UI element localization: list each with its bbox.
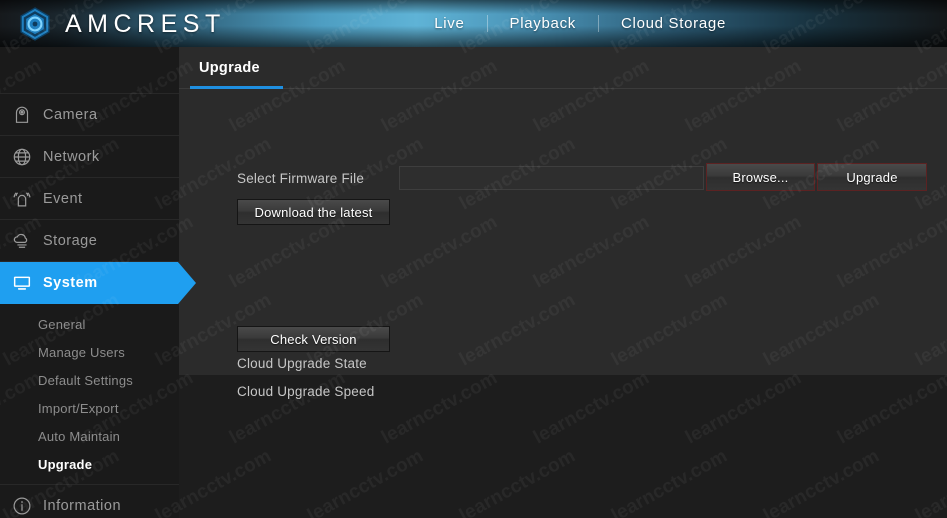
sidebar-item-event[interactable]: Event [0,178,179,220]
cloud-storage-icon [9,228,35,254]
browse-button[interactable]: Browse... [706,163,815,191]
tab-active-underline [190,86,283,89]
cloud-upgrade-speed-label: Cloud Upgrade Speed [237,384,375,399]
sidebar-label-event: Event [43,190,83,207]
watermark-text: learncctv.com [760,445,883,518]
sidebar-label-network: Network [43,148,100,165]
watermark-text: learncctv.com [912,445,947,518]
brand-logo[interactable]: AMCREST [16,5,226,43]
info-circle-icon [9,493,35,518]
sidebar-subitem-auto-maintain[interactable]: Auto Maintain [0,422,179,450]
sidebar-item-system[interactable]: System [0,262,196,304]
monitor-system-icon [9,270,35,296]
sidebar-sublabel-upgrade: Upgrade [38,456,93,472]
watermark-text: learncctv.com [456,445,579,518]
globe-network-icon [9,144,35,170]
sidebar-sublabel-general: General [38,316,86,332]
camera-icon [9,102,35,128]
system-submenu: General Manage Users Default Settings Im… [0,304,179,484]
nav-playback[interactable]: Playback [488,0,598,47]
sidebar-subitem-import-export[interactable]: Import/Export [0,394,179,422]
content-panel: Upgrade Select Firmware File Browse... U… [179,47,947,399]
tab-upgrade[interactable]: Upgrade [190,47,269,89]
sidebar-subitem-general[interactable]: General [0,310,179,338]
download-latest-button[interactable]: Download the latest [237,199,390,225]
sidebar-label-information: Information [43,497,122,514]
sidebar-item-storage[interactable]: Storage [0,220,179,262]
top-navigation: Live Playback Cloud Storage [412,0,748,47]
select-firmware-label: Select Firmware File [237,171,365,186]
sidebar-sublabel-default-settings: Default Settings [38,372,133,388]
watermark-text: learncctv.com [834,367,947,449]
watermark-text: learncctv.com [226,367,349,449]
sidebar-item-network[interactable]: Network [0,136,179,178]
nav-live[interactable]: Live [412,0,486,47]
check-version-button[interactable]: Check Version [237,326,390,352]
sidebar-subitem-manage-users[interactable]: Manage Users [0,338,179,366]
sidebar-label-system: System [43,274,98,291]
upgrade-button[interactable]: Upgrade [817,163,927,191]
amcrest-hex-logo-icon [16,5,54,43]
sidebar-sublabel-import-export: Import/Export [38,400,119,416]
sidebar-top-spacer [0,47,179,94]
sidebar-item-information[interactable]: Information [0,484,179,518]
sidebar-subitem-upgrade[interactable]: Upgrade [0,450,179,478]
sidebar-item-camera[interactable]: Camera [0,94,179,136]
firmware-file-input[interactable] [399,166,704,190]
nav-cloud-storage[interactable]: Cloud Storage [599,0,748,47]
event-bell-icon [9,186,35,212]
sidebar-sublabel-auto-maintain: Auto Maintain [38,428,121,444]
tab-bar: Upgrade [179,47,947,89]
watermark-text: learncctv.com [304,445,427,518]
watermark-text: learncctv.com [378,367,501,449]
sidebar-label-storage: Storage [43,232,98,249]
amcrest-web-ui: AMCREST Live Playback Cloud Storage Came… [0,0,947,518]
watermark-text: learncctv.com [682,367,805,449]
left-sidebar: Camera Network Event Storage System Gene… [0,47,196,518]
app-header: AMCREST Live Playback Cloud Storage [0,0,947,47]
sidebar-subitem-default-settings[interactable]: Default Settings [0,366,179,394]
sidebar-label-camera: Camera [43,106,98,123]
cloud-upgrade-state-label: Cloud Upgrade State [237,356,367,371]
watermark-text: learncctv.com [530,367,653,449]
sidebar-sublabel-manage-users: Manage Users [38,344,125,360]
brand-name: AMCREST [65,10,226,38]
watermark-text: learncctv.com [608,445,731,518]
